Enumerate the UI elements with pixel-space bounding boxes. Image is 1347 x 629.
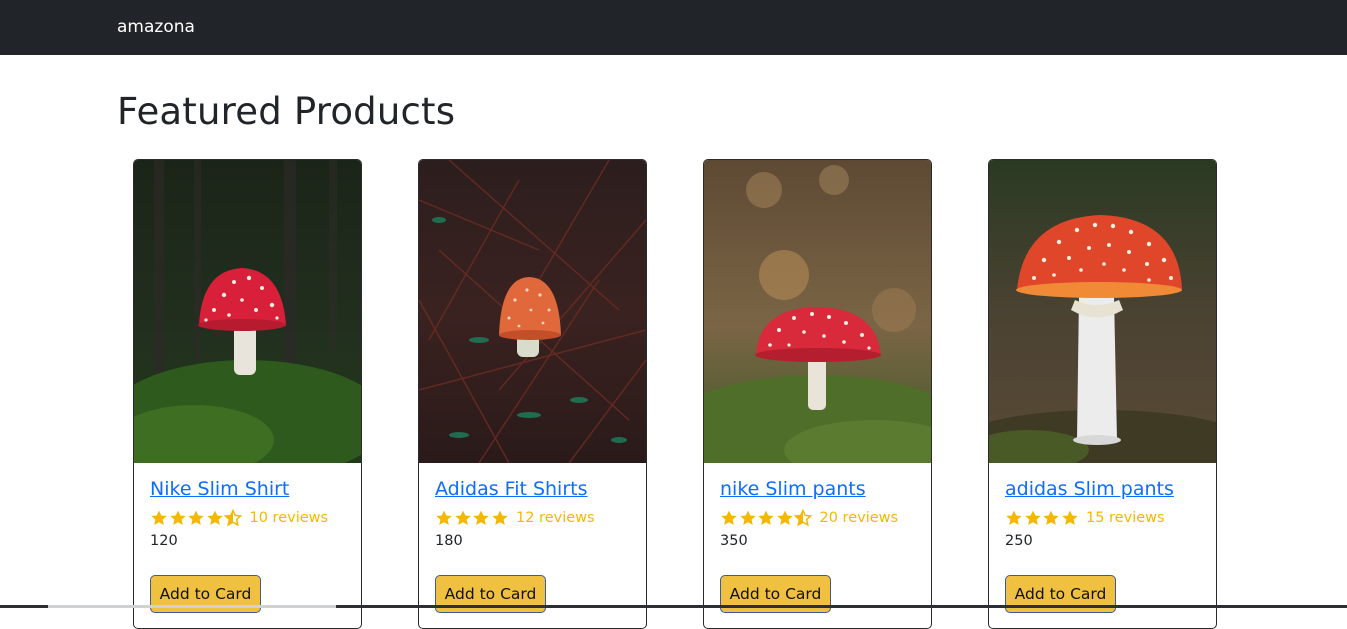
product-price: 350 [720, 533, 748, 549]
product-price: 250 [1005, 533, 1033, 549]
star-full-icon [188, 510, 204, 525]
rating: 12 reviews [435, 508, 635, 528]
star-full-icon [169, 510, 186, 525]
review-count: 10 reviews [249, 510, 329, 526]
product-image[interactable] [704, 160, 931, 463]
product-name-link[interactable]: adidas Slim pants [1005, 478, 1205, 500]
star-full-icon [1006, 510, 1022, 525]
product-name-link[interactable]: Adidas Fit Shirts [435, 478, 635, 500]
star-full-icon [776, 510, 793, 525]
product-card: adidas Slim pants 15 reviews 250 Add to … [988, 159, 1217, 629]
star-full-icon [721, 510, 737, 525]
brand-link[interactable]: amazona [117, 17, 195, 37]
rating: 10 reviews [150, 508, 350, 528]
product-card: nike Slim pants 20 reviews 350 Add to Ca… [703, 159, 932, 629]
rating: 20 reviews [720, 508, 920, 528]
card-body: nike Slim pants 20 reviews 350 [720, 478, 920, 549]
product-price: 120 [150, 533, 178, 549]
product-name-link[interactable]: nike Slim pants [720, 478, 920, 500]
product-image[interactable] [134, 160, 361, 463]
star-half-icon [794, 509, 812, 527]
page-title: Featured Products [117, 90, 456, 133]
card-body: adidas Slim pants 15 reviews 250 [1005, 478, 1205, 549]
star-full-icon [1043, 510, 1059, 525]
star-full-icon [1061, 510, 1078, 525]
mushroom-image [989, 160, 1216, 463]
mushroom-image [704, 160, 931, 463]
product-card: Nike Slim Shirt 10 reviews 120 Add to Ca… [133, 159, 362, 629]
star-full-icon [473, 510, 489, 525]
rating: 15 reviews [1005, 508, 1205, 528]
star-half-icon [224, 509, 242, 527]
product-name-link[interactable]: Nike Slim Shirt [150, 478, 350, 500]
star-full-icon [151, 510, 167, 525]
card-body: Nike Slim Shirt 10 reviews 120 [150, 478, 350, 549]
star-full-icon [758, 510, 774, 525]
review-count: 15 reviews [1086, 510, 1165, 526]
star-full-icon [1024, 510, 1041, 525]
top-navbar: amazona [0, 0, 1347, 55]
star-full-icon [454, 510, 471, 525]
product-image[interactable] [419, 160, 646, 463]
card-body: Adidas Fit Shirts 12 reviews 180 [435, 478, 635, 549]
mushroom-image [419, 160, 646, 463]
review-count: 12 reviews [516, 510, 595, 526]
product-image[interactable] [989, 160, 1216, 463]
star-full-icon [206, 510, 223, 525]
review-count: 20 reviews [819, 510, 899, 526]
mushroom-image [134, 160, 361, 463]
product-card: Adidas Fit Shirts 12 reviews 180 Add to … [418, 159, 647, 629]
star-full-icon [491, 510, 508, 525]
star-full-icon [739, 510, 756, 525]
product-price: 180 [435, 533, 463, 549]
star-full-icon [436, 510, 452, 525]
